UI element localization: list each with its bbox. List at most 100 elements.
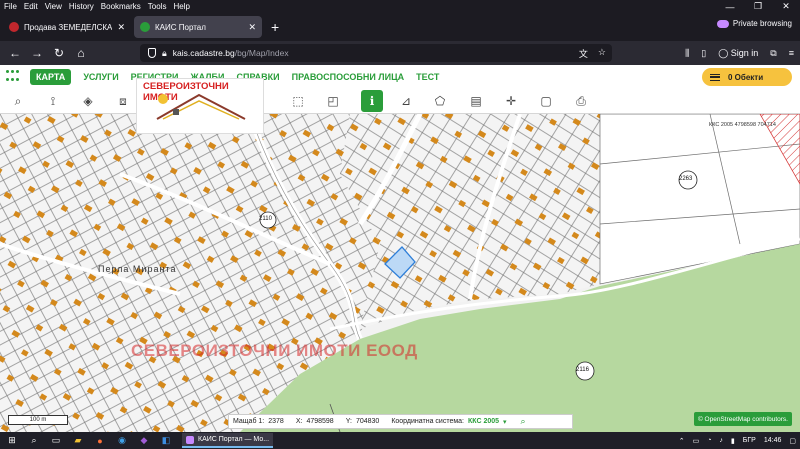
menu-bookmarks[interactable]: Bookmarks bbox=[101, 2, 141, 11]
measure-angle-icon[interactable]: ⊿ bbox=[398, 93, 414, 109]
tab-kais[interactable]: КАИС Портал ✕ bbox=[134, 16, 262, 38]
x-value: 4798598 bbox=[306, 418, 334, 425]
kais-favicon-icon bbox=[140, 22, 150, 32]
forward-arrow-icon[interactable]: → bbox=[26, 43, 48, 63]
extensions-icon[interactable]: ⧉ bbox=[770, 48, 776, 59]
new-tab-button[interactable]: + bbox=[271, 19, 279, 35]
parcel-label: 2110 bbox=[259, 216, 272, 222]
menu-view[interactable]: View bbox=[45, 2, 62, 11]
notifications-icon[interactable]: ▢ bbox=[789, 437, 796, 445]
task-view-icon[interactable]: ▭ bbox=[50, 435, 62, 447]
private-browsing-label: Private browsing bbox=[732, 19, 792, 28]
map-status-bar: Мащаб 1: 2378 X: 4798598 Y: 704830 Коорд… bbox=[228, 414, 573, 429]
edge-icon[interactable]: ◉ bbox=[116, 435, 128, 447]
home-icon[interactable]: ⌂ bbox=[70, 43, 92, 63]
tray-chevron-icon[interactable]: ⌃ bbox=[679, 437, 685, 445]
restore-icon[interactable]: ❐ bbox=[744, 0, 772, 13]
private-mask-icon bbox=[716, 19, 729, 28]
scale-bar: 100 m bbox=[8, 415, 68, 425]
close-tab-icon[interactable]: ✕ bbox=[248, 22, 256, 33]
menu-help[interactable]: Help bbox=[173, 2, 189, 11]
close-tab-icon[interactable]: ✕ bbox=[117, 22, 125, 33]
parcel-label: 2263 bbox=[679, 176, 693, 182]
parcel-label: 2116 bbox=[576, 367, 589, 373]
agency-logo: СЕВЕРОИЗТОЧНИ ИМОТИ bbox=[136, 78, 264, 134]
lock-icon[interactable]: 🔒︎ bbox=[162, 48, 167, 59]
objects-button[interactable]: 0 Обекти bbox=[702, 68, 792, 86]
language-indicator[interactable]: БГР bbox=[743, 437, 756, 444]
translate-icon[interactable]: 文 bbox=[579, 47, 588, 60]
firefox-icon[interactable]: ● bbox=[94, 435, 106, 447]
scale-value: 2378 bbox=[268, 418, 284, 425]
search-icon[interactable]: ⌕ bbox=[10, 93, 26, 109]
close-window-icon[interactable]: ✕ bbox=[772, 0, 800, 13]
nav-pravosposobni-litsa[interactable]: ПРАВОСПОСОБНИ ЛИЦА bbox=[292, 72, 405, 82]
document-icon[interactable]: ▢ bbox=[538, 93, 554, 109]
menu-history[interactable]: History bbox=[69, 2, 94, 11]
reload-icon[interactable]: ↻ bbox=[48, 43, 70, 63]
navigation-bar: ← → ↻ ⌂ 🔒︎ kais.cadastre.bg/bg/Map/Index… bbox=[0, 41, 800, 65]
bookmark-star-icon[interactable]: ☆ bbox=[598, 47, 606, 60]
app-icon[interactable]: ◆ bbox=[138, 435, 150, 447]
cadastral-map[interactable]: 2110 2263 2116 Перла Миранта bbox=[0, 114, 800, 432]
coordinates-icon[interactable]: ✛ bbox=[503, 93, 519, 109]
menu-edit[interactable]: Edit bbox=[24, 2, 38, 11]
network-icon[interactable]: ◔ bbox=[707, 437, 711, 444]
library-icon[interactable]: ⫼ bbox=[685, 48, 689, 59]
select-box-icon[interactable]: ⬚ bbox=[290, 93, 306, 109]
account-button[interactable]: ◯ Sign in bbox=[718, 48, 758, 59]
nav-uslugi[interactable]: УСЛУГИ bbox=[83, 72, 118, 82]
volume-icon[interactable]: ♪ bbox=[719, 437, 723, 444]
print-icon[interactable]: ⎙ bbox=[573, 93, 589, 109]
place-name: Перла Миранта bbox=[98, 264, 177, 274]
route-icon[interactable]: ⟟ bbox=[45, 93, 61, 109]
select-area-icon[interactable]: ◰ bbox=[325, 93, 341, 109]
menu-tools[interactable]: Tools bbox=[148, 2, 167, 11]
system-tray: ⌃ ▭ ◔ ♪ ▮ БГР 14:46 ▢ bbox=[679, 434, 796, 447]
private-browsing-indicator: Private browsing bbox=[716, 19, 792, 28]
battery-icon[interactable]: ▮ bbox=[731, 437, 735, 445]
menu-bar: File Edit View History Bookmarks Tools H… bbox=[0, 0, 800, 13]
sign-in-label: Sign in bbox=[730, 47, 759, 58]
tab-label: КАИС Портал bbox=[155, 22, 206, 32]
tab-zemedelska[interactable]: Продава ЗЕМЕДЕЛСКА ЗЕМЯ : ✕ bbox=[3, 16, 131, 38]
layers-icon[interactable]: ◈ bbox=[80, 93, 96, 109]
map-toolbar: ⌕ ⟟ ◈ ⧈ ⬚ ◰ ℹ ⊿ ⬠ ▤ ✛ ▢ ⎙ bbox=[0, 89, 800, 114]
sidebar-icon[interactable]: ▯ bbox=[701, 48, 706, 59]
nav-karta[interactable]: КАРТА bbox=[30, 69, 72, 85]
back-arrow-icon[interactable]: ← bbox=[4, 43, 26, 63]
coord-system-select[interactable]: ККС 2005 bbox=[468, 418, 499, 425]
clock[interactable]: 14:46 bbox=[764, 437, 782, 444]
site-favicon-icon bbox=[9, 22, 19, 32]
url-host: kais.cadastre.bg bbox=[172, 48, 235, 58]
private-window-icon bbox=[186, 435, 194, 444]
shield-icon[interactable] bbox=[148, 48, 156, 58]
monitor-icon[interactable]: ▭ bbox=[693, 437, 700, 445]
tab-bar: Продава ЗЕМЕДЕЛСКА ЗЕМЯ : ✕ КАИС Портал … bbox=[0, 13, 800, 41]
apps-grid-icon[interactable] bbox=[6, 70, 22, 84]
menu-file[interactable]: File bbox=[4, 2, 17, 11]
zoom-search-icon[interactable]: ⌕ bbox=[521, 416, 526, 427]
app-menu-icon[interactable]: ≡ bbox=[789, 48, 794, 58]
objects-label: 0 Обекти bbox=[728, 72, 764, 82]
y-value: 704830 bbox=[355, 418, 380, 425]
taskbar-active-window[interactable]: КАИС Портал — Мо... bbox=[182, 433, 274, 448]
house-logo-icon bbox=[156, 93, 246, 120]
store-icon[interactable]: ◧ bbox=[160, 435, 172, 447]
measure-polygon-icon[interactable]: ⬠ bbox=[432, 93, 448, 109]
nav-test[interactable]: ТЕСТ bbox=[416, 72, 439, 82]
layers-stack-icon[interactable]: ⧈ bbox=[115, 93, 131, 109]
url-path: /bg/Map/Index bbox=[234, 48, 289, 58]
minimize-icon[interactable]: — bbox=[716, 0, 744, 13]
taskbar-search-icon[interactable]: ⌕ bbox=[28, 435, 40, 447]
info-icon[interactable]: ℹ bbox=[361, 90, 383, 112]
file-explorer-icon[interactable]: ▰ bbox=[72, 435, 84, 447]
y-label: Y: bbox=[345, 418, 352, 425]
chevron-down-icon[interactable]: ▾ bbox=[503, 418, 507, 426]
address-bar[interactable]: 🔒︎ kais.cadastre.bg/bg/Map/Index 文 ☆ bbox=[140, 44, 612, 62]
map-icon[interactable]: ▤ bbox=[468, 93, 484, 109]
windows-start-icon[interactable]: ⊞ bbox=[6, 435, 18, 447]
osm-attribution[interactable]: © OpenStreetMap contributors. bbox=[693, 412, 792, 426]
tab-label: Продава ЗЕМЕДЕЛСКА ЗЕМЯ : bbox=[24, 22, 113, 32]
x-label: X: bbox=[295, 418, 303, 425]
